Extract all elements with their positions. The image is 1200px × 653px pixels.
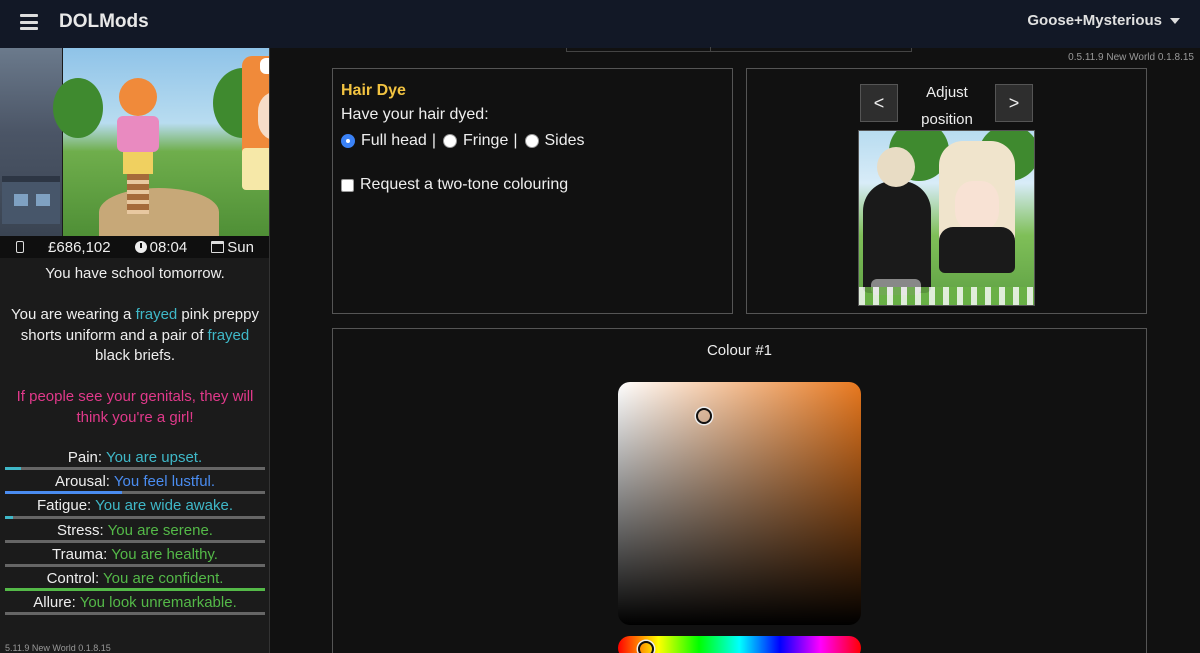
stat-bar [5, 539, 265, 543]
school-reminder: You have school tomorrow. [45, 265, 225, 282]
town-background [0, 48, 62, 236]
stat-bar-fill [5, 515, 13, 519]
colour-title: Colour #1 [706, 342, 773, 359]
user-name: Goose+Mysterious [1027, 12, 1162, 29]
stat-row: Arousal: You feel lustful. [0, 472, 269, 496]
status-line: £686,102 08:04 Sun [0, 236, 269, 258]
stat-bar [5, 515, 265, 519]
stat-value: You look unremarkable. [79, 594, 237, 612]
stat-label: Trauma: [52, 545, 108, 563]
exposure-warning: If people see your genitals, they will t… [16, 388, 254, 426]
time-display: 08:04 [134, 239, 187, 256]
two-tone-option: Request a two-tone colouring [341, 176, 724, 194]
user-menu[interactable]: Goose+Mysterious [1027, 12, 1180, 29]
hair-dye-question: Have your hair dyed: [341, 106, 489, 123]
hair-dye-panel: Hair Dye Have your hair dyed: Full head … [332, 68, 733, 314]
stat-label: Fatigue: [37, 497, 92, 515]
clothing-description: You are wearing a frayed pink preppy sho… [11, 306, 259, 364]
tabs-stub [566, 47, 912, 52]
stat-bar [5, 612, 265, 616]
radio-fringe[interactable] [442, 134, 457, 148]
stat-label: Arousal: [54, 473, 110, 491]
saturation-value-picker[interactable] [618, 382, 861, 625]
stat-label: Pain: [67, 449, 103, 466]
radio-sides[interactable] [524, 134, 539, 148]
stat-row: Stress: You are serene. [0, 521, 269, 545]
stat-value: You feel lustful. [113, 473, 216, 491]
top-navbar: DOLMods Goose+Mysterious [0, 0, 1200, 48]
previous-position-button[interactable]: < [860, 84, 898, 122]
stat-bar [5, 563, 265, 567]
phone-icon [16, 241, 25, 253]
hair-dye-title: Hair Dye [341, 82, 406, 99]
menu-icon[interactable] [20, 14, 38, 30]
caret-down-icon [1170, 17, 1180, 24]
hue-slider[interactable] [618, 636, 861, 653]
preview-panel: < Adjust position > [746, 68, 1147, 314]
next-position-button[interactable]: > [995, 84, 1033, 122]
phone-button[interactable] [16, 241, 25, 253]
brand-title[interactable]: DOLMods [59, 11, 149, 33]
adjust-position-label: Adjust position [921, 84, 973, 128]
stat-bar-fill [5, 467, 21, 471]
hair-preview-image [858, 130, 1035, 306]
stat-value: You are serene. [107, 521, 213, 539]
stat-row: Fatigue: You are wide awake. [0, 496, 269, 520]
label-sides[interactable]: Sides [545, 132, 585, 150]
character-scene [53, 48, 269, 236]
two-tone-checkbox[interactable] [341, 178, 354, 192]
clock-icon [134, 241, 147, 253]
character-sprite [115, 72, 161, 222]
colour-panel: Colour #1 [332, 328, 1147, 653]
stat-label: Allure: [33, 594, 76, 612]
stats-list: Pain: You are upset. Arousal: You feel lu… [0, 448, 269, 617]
character-portrait [242, 56, 269, 191]
stat-value: You are wide awake. [95, 497, 233, 515]
dye-area-options: Full head | Fringe | Sides [341, 132, 724, 150]
scene-image [0, 48, 269, 236]
stat-bar [5, 467, 265, 471]
calendar-icon [211, 241, 225, 253]
stat-row: Allure: You look unremarkable. [0, 593, 269, 617]
sidebar: £686,102 08:04 Sun You have school tomor… [0, 48, 270, 653]
money-display: £686,102 [48, 238, 111, 256]
day-display: Sun [211, 239, 254, 256]
two-tone-label[interactable]: Request a two-tone colouring [360, 176, 568, 194]
stat-bar [5, 588, 265, 592]
stat-bar-fill [5, 491, 122, 495]
stat-bar-fill [5, 588, 265, 592]
stat-row: Pain: You are upset. [0, 448, 269, 472]
stat-label: Control: [46, 569, 100, 587]
stat-value: You are healthy. [111, 545, 218, 563]
colour-picker-handle[interactable] [696, 408, 712, 424]
version-label: 0.5.11.9 New World 0.1.8.15 [1068, 52, 1194, 63]
stat-row: Trauma: You are healthy. [0, 545, 269, 569]
radio-full-head[interactable] [341, 134, 355, 148]
label-full-head[interactable]: Full head [361, 132, 427, 150]
label-fringe[interactable]: Fringe [463, 132, 508, 150]
narrative-text: You have school tomorrow. You are wearin… [0, 264, 269, 449]
stat-value: You are upset. [105, 449, 203, 466]
stat-bar [5, 491, 265, 495]
sidebar-version: 5.11.9 New World 0.1.8.15 [5, 643, 111, 653]
hue-slider-handle[interactable] [638, 641, 654, 653]
stat-value: You are confident. [103, 569, 224, 587]
stat-row: Control: You are confident. [0, 569, 269, 593]
stat-label: Stress: [57, 521, 104, 539]
